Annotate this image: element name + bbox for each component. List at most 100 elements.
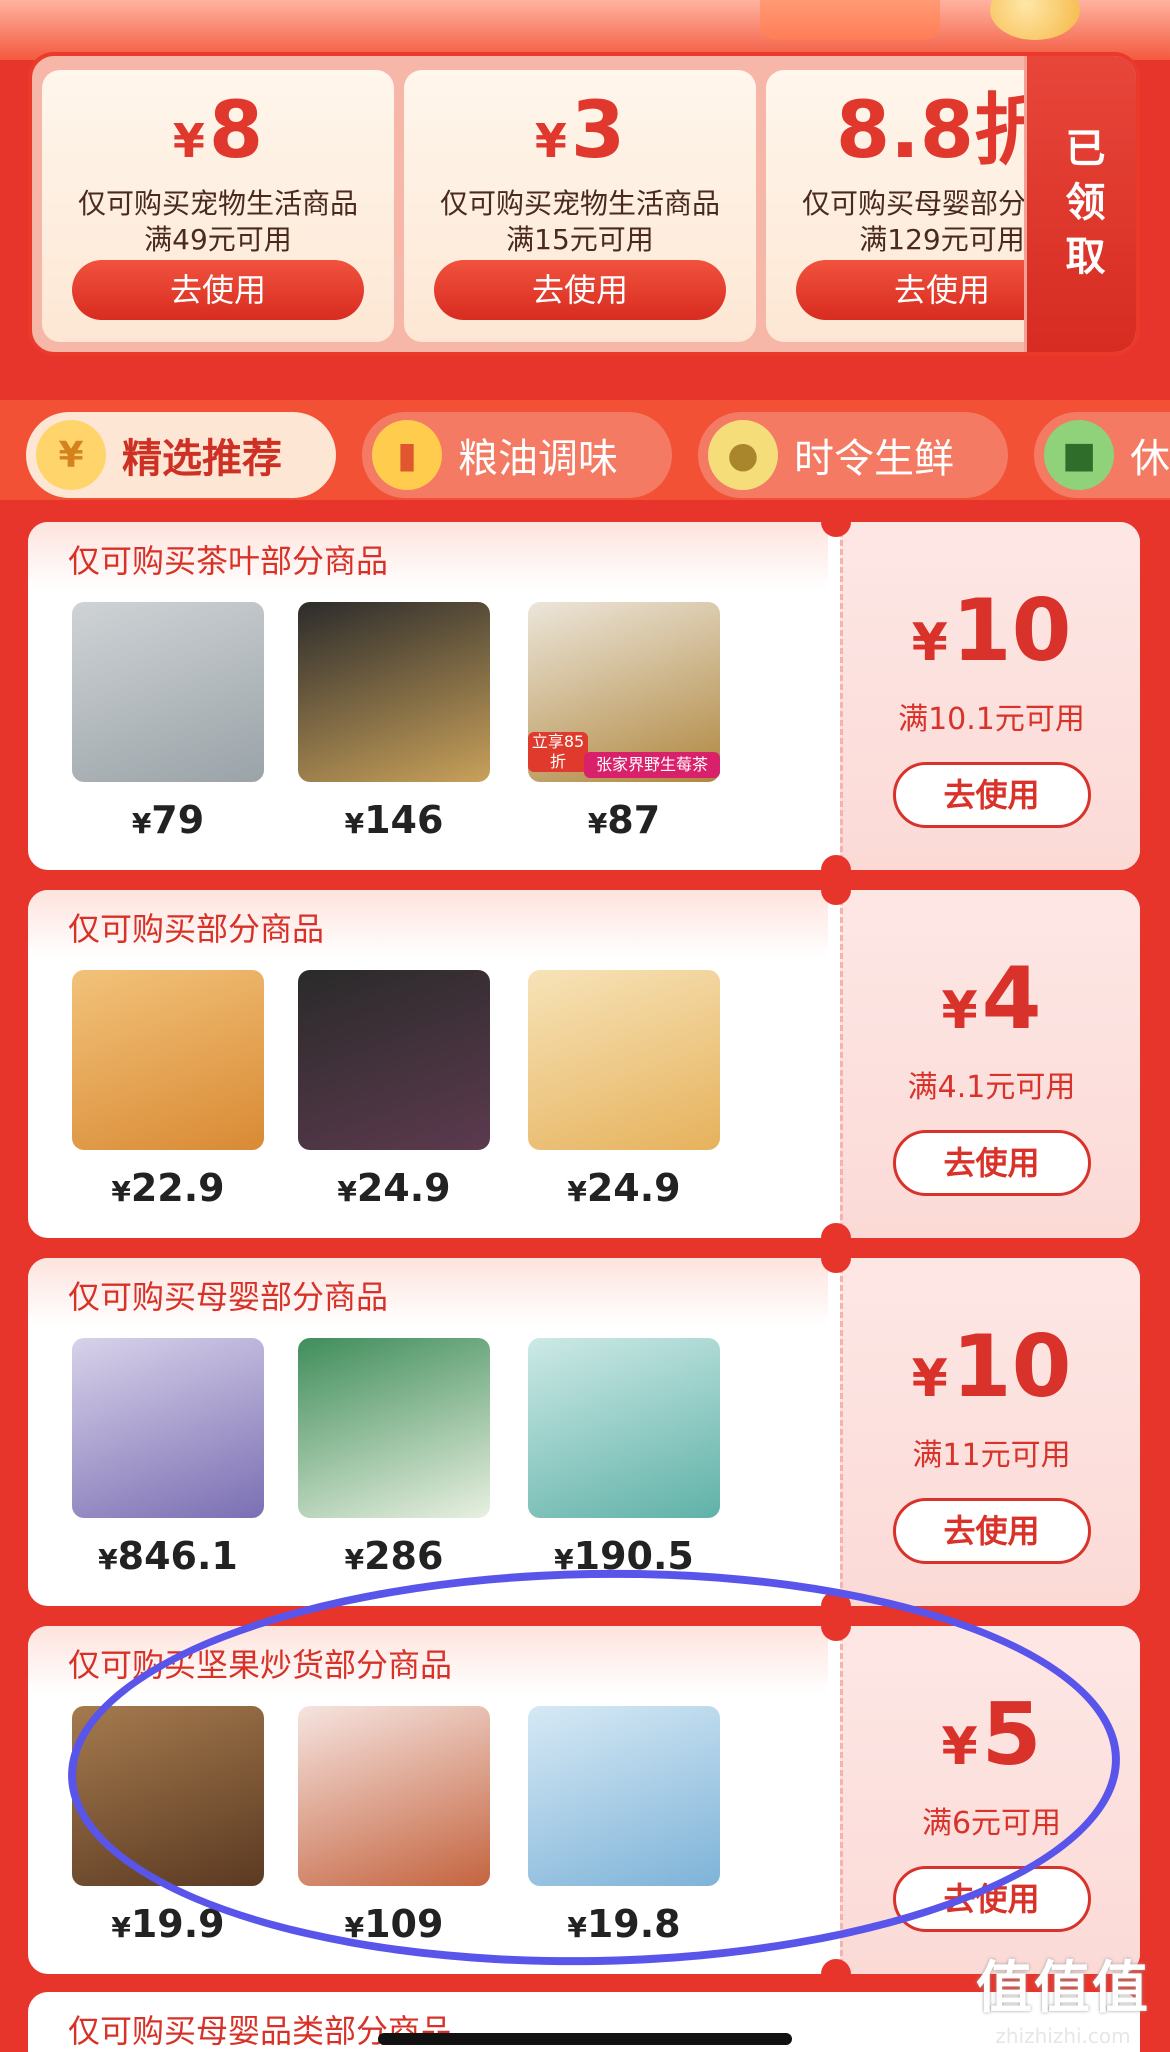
- product-image[interactable]: [72, 602, 264, 782]
- coupon-amount: ¥8: [172, 86, 264, 176]
- amount-value: 10: [951, 1317, 1072, 1417]
- product-price: ¥24.9: [294, 1166, 494, 1210]
- coupon-condition: 满15元可用: [506, 223, 654, 256]
- product-price: ¥846.1: [68, 1534, 268, 1578]
- claimed-coupons-panel: ¥8 仅可购买宠物生活商品 满49元可用 去使用 ¥3 仅可购买宠物生活商品 满…: [28, 52, 1140, 356]
- product-item[interactable]: ¥22.9: [68, 970, 268, 1220]
- product-item[interactable]: ¥146: [294, 602, 494, 852]
- price-value: 19.8: [586, 1902, 681, 1946]
- card-title: 仅可购买母婴品类部分商品: [68, 2012, 453, 2050]
- use-coupon-button[interactable]: 去使用: [434, 260, 726, 320]
- amount-currency: ¥: [941, 1717, 978, 1777]
- coupon-product-card[interactable]: 仅可购买茶叶部分商品 ¥79 ¥146 立享85折 张家界野生莓茶 ¥87 ¥10 满10.1…: [28, 522, 1140, 870]
- coupon-value-panel: ¥10 满11元可用 去使用: [840, 1258, 1140, 1606]
- coupon-value-panel: ¥10 满10.1元可用 去使用: [840, 522, 1140, 870]
- product-item[interactable]: ¥286: [294, 1338, 494, 1588]
- watermark: 值值值 zhizhizhi.com: [976, 1943, 1150, 2048]
- use-coupon-button[interactable]: 去使用: [892, 1498, 1091, 1564]
- product-item[interactable]: ¥19.9: [68, 1706, 268, 1956]
- tab-seasonal-fresh[interactable]: ● 时令生鲜: [698, 412, 1008, 498]
- coupon-product-card[interactable]: 仅可购买母婴部分商品 ¥846.1 ¥286 ¥190.5 ¥10 满11元可用 去使用: [28, 1258, 1140, 1606]
- price-value: 87: [607, 798, 661, 842]
- price-value: 109: [364, 1902, 444, 1946]
- product-price: ¥87: [524, 798, 724, 842]
- price-currency: ¥: [587, 807, 608, 840]
- coupon-amount: ¥4: [843, 954, 1140, 1056]
- use-coupon-button[interactable]: 去使用: [892, 762, 1091, 828]
- price-currency: ¥: [98, 1543, 118, 1576]
- price-value: 79: [151, 798, 205, 842]
- product-item[interactable]: ¥109: [294, 1706, 494, 1956]
- bottle-icon: ▮: [372, 420, 442, 490]
- tab-label: 休: [1130, 436, 1170, 482]
- home-indicator[interactable]: [378, 2033, 792, 2045]
- use-coupon-button[interactable]: 去使用: [72, 260, 364, 320]
- coupon-product-card[interactable]: 仅可购买坚果炒货部分商品 ¥19.9 ¥109 ¥19.8 ¥5 满6元可用 去使用: [28, 1626, 1140, 1974]
- product-item[interactable]: ¥79: [68, 602, 268, 852]
- coupon-product-card[interactable]: 仅可购买部分商品 ¥22.9 ¥24.9 ¥24.9 ¥4 满4.1元可用 去使用: [28, 890, 1140, 1238]
- price-currency: ¥: [567, 1911, 587, 1944]
- amount-value: 4: [981, 949, 1042, 1049]
- tab-selected-recommend[interactable]: ¥ 精选推荐: [26, 412, 336, 498]
- product-item[interactable]: ¥190.5: [524, 1338, 724, 1588]
- coupon-desc: 仅可购买宠物生活商品: [77, 187, 358, 220]
- price-currency: ¥: [131, 807, 152, 840]
- price-currency: ¥: [111, 1911, 131, 1944]
- product-image[interactable]: [298, 970, 490, 1150]
- tab-grain-oil[interactable]: ▮ 粮油调味: [362, 412, 672, 498]
- product-image[interactable]: [528, 1338, 720, 1518]
- product-image[interactable]: [72, 1338, 264, 1518]
- amount-value: 10: [951, 581, 1072, 681]
- tab-label: 粮油调味: [458, 436, 618, 482]
- coupon-value-panel: ¥5 满6元可用 去使用: [840, 1626, 1140, 1974]
- price-value: 190.5: [573, 1534, 694, 1578]
- coupon-desc: 仅可购买宠物生活商品: [439, 187, 720, 220]
- snack-icon: ■: [1044, 420, 1114, 490]
- product-banner: 张家界野生莓茶: [584, 752, 720, 778]
- use-coupon-button[interactable]: 去使用: [892, 1130, 1091, 1196]
- coupon-condition: 满6元可用: [921, 1806, 1062, 1841]
- category-tabs: ¥ 精选推荐 ▮ 粮油调味 ● 时令生鲜 ■ 休: [0, 400, 1170, 500]
- discount-badge: 立享85折: [528, 732, 588, 772]
- coupon-amount: ¥10: [843, 586, 1140, 688]
- price-value: 24.9: [356, 1166, 451, 1210]
- watermark-logo: 值值值: [976, 1956, 1150, 2021]
- product-image[interactable]: [298, 1706, 490, 1886]
- price-currency: ¥: [111, 1175, 131, 1208]
- coupon-icon: ¥: [36, 420, 106, 490]
- product-item[interactable]: ¥24.9: [524, 970, 724, 1220]
- product-image[interactable]: [528, 970, 720, 1150]
- product-item[interactable]: 立享85折 张家界野生莓茶 ¥87: [524, 602, 724, 852]
- price-value: 24.9: [586, 1166, 681, 1210]
- price-currency: ¥: [554, 1543, 574, 1576]
- product-image[interactable]: [298, 1338, 490, 1518]
- price-currency: ¥: [344, 1911, 365, 1944]
- coupon-condition: 满49元可用: [144, 223, 292, 256]
- product-image[interactable]: [298, 602, 490, 782]
- price-value: 286: [364, 1534, 444, 1578]
- product-item[interactable]: ¥24.9: [294, 970, 494, 1220]
- tab-label: 时令生鲜: [794, 436, 954, 482]
- product-image[interactable]: [72, 970, 264, 1150]
- amount-currency: ¥: [941, 981, 978, 1041]
- tab-snacks[interactable]: ■ 休: [1034, 412, 1170, 498]
- product-price: ¥286: [294, 1534, 494, 1578]
- coupon-amount: ¥3: [534, 86, 626, 176]
- coupon-condition: 满4.1元可用: [907, 1070, 1076, 1105]
- product-item[interactable]: ¥846.1: [68, 1338, 268, 1588]
- product-item[interactable]: ¥19.8: [524, 1706, 724, 1956]
- claimed-tag: 已领取: [1024, 56, 1136, 352]
- product-image[interactable]: 立享85折 张家界野生莓茶: [528, 602, 720, 782]
- product-price: ¥19.8: [524, 1902, 724, 1946]
- card-title: 仅可购买坚果炒货部分商品: [68, 1646, 453, 1684]
- amount-currency: ¥: [911, 613, 948, 673]
- coupon-card: ¥8 仅可购买宠物生活商品 满49元可用 去使用: [42, 70, 394, 342]
- price-value: 19.9: [130, 1902, 225, 1946]
- use-coupon-button[interactable]: 去使用: [892, 1866, 1091, 1932]
- product-image[interactable]: [528, 1706, 720, 1886]
- product-image[interactable]: [72, 1706, 264, 1886]
- price-value: 146: [364, 798, 444, 842]
- product-price: ¥190.5: [524, 1534, 724, 1578]
- watermark-url: zhizhizhi.com: [995, 2024, 1131, 2048]
- gift-box-graphic: [760, 0, 940, 40]
